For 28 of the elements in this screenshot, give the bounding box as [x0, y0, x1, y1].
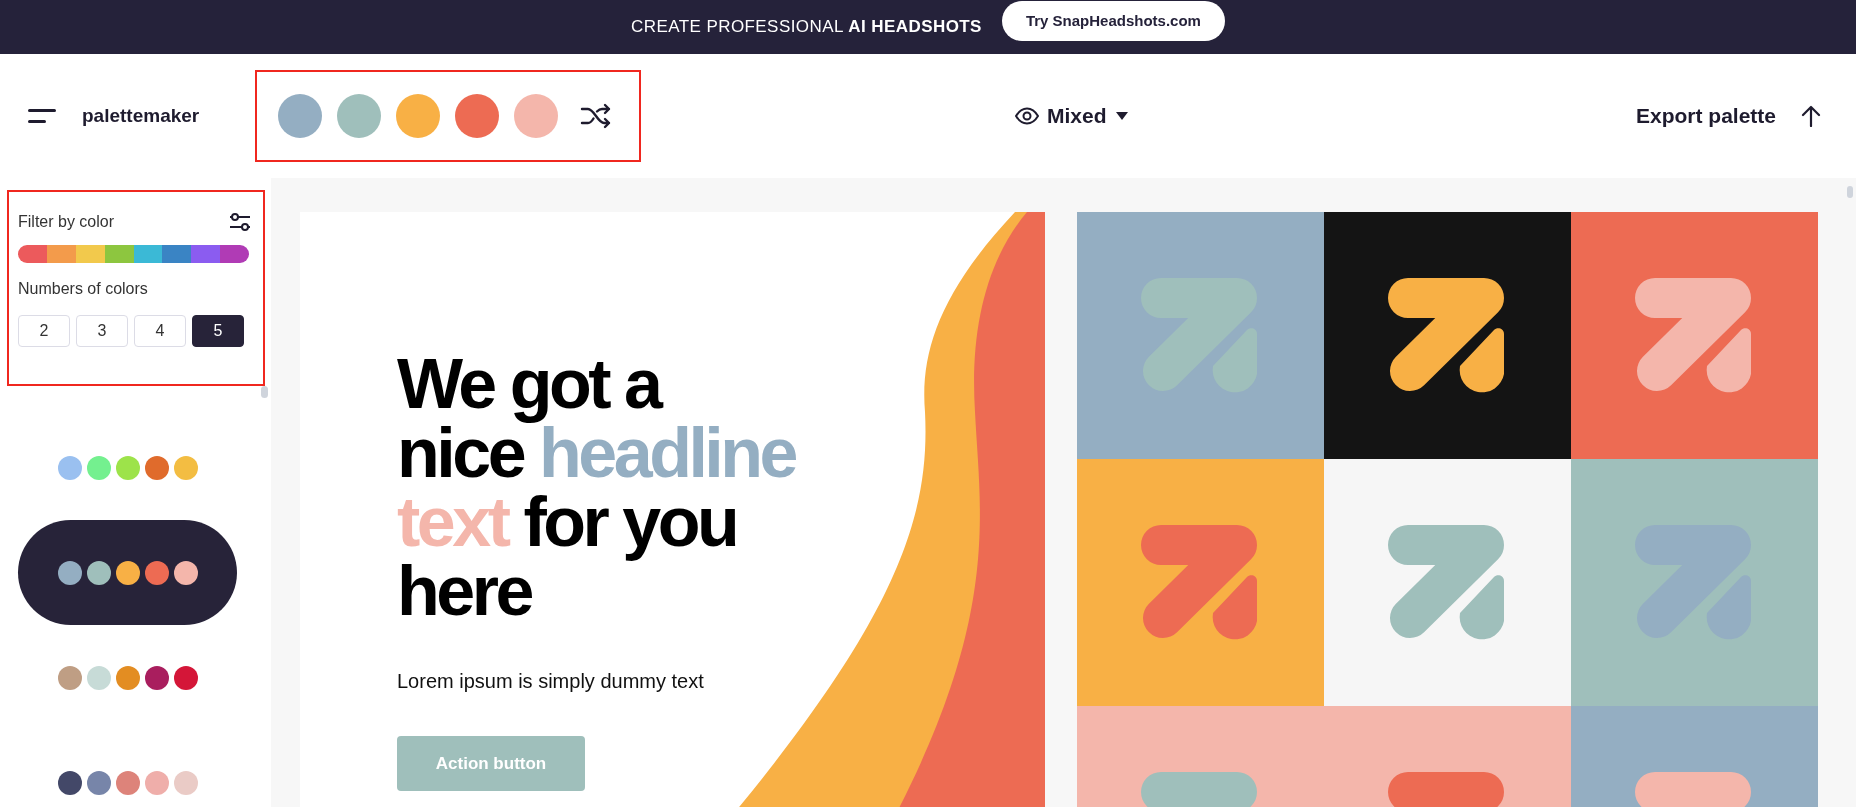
filter-label: Filter by color — [18, 212, 115, 232]
color-count-button[interactable]: 2 — [18, 315, 70, 347]
eye-icon — [1015, 107, 1039, 125]
menu-icon[interactable] — [28, 108, 56, 124]
color-count-button[interactable]: 4 — [134, 315, 186, 347]
body-text: Lorem ipsum is simply dummy text — [397, 669, 705, 694]
scrollbar-thumb — [1847, 186, 1853, 198]
export-button[interactable]: Export palette — [1635, 100, 1776, 132]
promo-button[interactable]: Try SnapHeadshots.com — [1001, 1, 1225, 41]
color-count-label: Numbers of colors — [18, 279, 149, 299]
scrollbar-thumb — [261, 386, 268, 398]
color-swatch[interactable] — [278, 94, 322, 138]
color-swatch[interactable] — [514, 94, 558, 138]
hue-segment[interactable] — [220, 245, 249, 263]
promo-text: CREATE PROFESSIONAL AI HEADSHOTS — [631, 16, 982, 39]
logo-text[interactable]: palettemaker — [82, 101, 252, 131]
color-swatch[interactable] — [337, 94, 381, 138]
color-swatch[interactable] — [396, 94, 440, 138]
caret-icon — [1114, 111, 1129, 121]
shuffle-icon[interactable] — [580, 103, 612, 129]
color-swatch[interactable] — [455, 94, 499, 138]
filter-settings-icon[interactable] — [229, 212, 251, 232]
hue-segment[interactable] — [18, 245, 47, 263]
headline: We got a nice headline text for you here — [397, 350, 797, 626]
color-count-button[interactable]: 3 — [76, 315, 128, 347]
upload-arrow-icon[interactable] — [1801, 105, 1821, 127]
color-count-button[interactable]: 5 — [192, 315, 244, 347]
view-mode-dropdown[interactable]: Mixed — [1015, 100, 1129, 132]
